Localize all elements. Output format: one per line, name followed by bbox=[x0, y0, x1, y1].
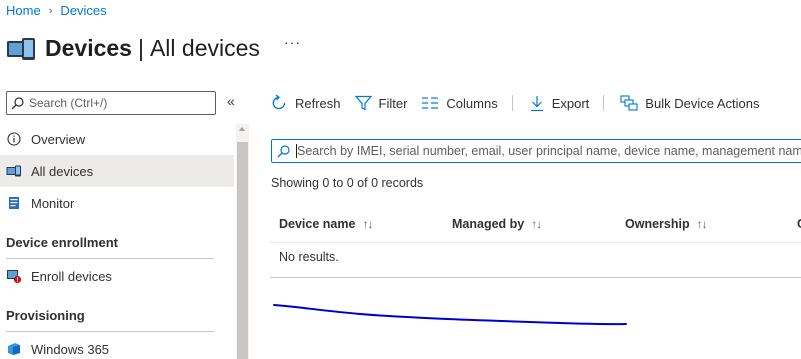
export-button[interactable]: Export bbox=[529, 95, 590, 112]
sidebar-item-all-devices[interactable]: All devices bbox=[0, 155, 234, 187]
toolbar-divider bbox=[603, 95, 605, 111]
breadcrumb-home-link[interactable]: Home bbox=[6, 3, 41, 18]
column-header-truncated[interactable]: C bbox=[797, 217, 801, 231]
column-label: Ownership bbox=[625, 217, 690, 231]
filter-button[interactable]: Filter bbox=[354, 95, 408, 111]
monitor-book-icon bbox=[6, 195, 22, 211]
sidebar-item-label: All devices bbox=[31, 163, 94, 179]
download-icon bbox=[530, 95, 543, 111]
table-row-empty: No results. bbox=[270, 243, 801, 278]
scroll-up-arrow-icon[interactable] bbox=[239, 127, 245, 131]
sidebar-search-input[interactable]: Search (Ctrl+/) bbox=[6, 91, 216, 115]
enroll-devices-icon bbox=[6, 268, 22, 284]
toolbar-divider bbox=[511, 95, 513, 111]
bulk-device-actions-button[interactable]: Bulk Device Actions bbox=[620, 95, 759, 111]
sidebar-item-overview[interactable]: Overview bbox=[0, 123, 234, 155]
filter-icon bbox=[354, 95, 372, 111]
sort-icon[interactable]: ↑↓ bbox=[362, 217, 373, 231]
sidebar-item-windows-365[interactable]: Windows 365 bbox=[0, 333, 234, 359]
info-icon bbox=[6, 131, 22, 147]
refresh-label: Refresh bbox=[295, 95, 341, 111]
column-header-managed-by[interactable]: Managed by ↑↓ bbox=[452, 217, 542, 231]
bulk-actions-icon bbox=[620, 95, 638, 111]
sidebar-item-label: Monitor bbox=[31, 195, 75, 211]
page-header: Devices | All devices bbox=[6, 30, 260, 66]
column-header-ownership[interactable]: Ownership ↑↓ bbox=[625, 217, 708, 231]
breadcrumb-separator: › bbox=[48, 4, 53, 17]
columns-icon bbox=[422, 97, 439, 109]
search-icon bbox=[277, 144, 290, 157]
page-title: Devices bbox=[45, 34, 132, 61]
sort-icon[interactable]: ↑↓ bbox=[531, 217, 542, 231]
more-options-button[interactable]: ··· bbox=[284, 34, 301, 50]
device-search-input[interactable]: Search by IMEI, serial number, email, us… bbox=[271, 139, 801, 163]
sidebar-item-enroll-devices[interactable]: Enroll devices bbox=[0, 260, 234, 292]
bulk-actions-label: Bulk Device Actions bbox=[645, 95, 760, 111]
records-count: Showing 0 to 0 of 0 records bbox=[271, 176, 424, 190]
columns-button[interactable]: Columns bbox=[421, 95, 498, 111]
filter-label: Filter bbox=[378, 95, 408, 111]
scrollbar-thumb[interactable] bbox=[237, 142, 248, 359]
scribble-annotation bbox=[273, 304, 627, 326]
command-bar: Refresh Filter Columns Export Bulk Devic… bbox=[270, 91, 773, 115]
sidebar-scrollbar[interactable] bbox=[236, 124, 249, 359]
sidebar-item-label: Overview bbox=[31, 131, 86, 147]
sort-icon[interactable]: ↑↓ bbox=[697, 217, 708, 231]
section-divider bbox=[6, 331, 214, 332]
columns-label: Columns bbox=[446, 95, 498, 111]
section-divider bbox=[6, 258, 214, 259]
export-label: Export bbox=[551, 95, 590, 111]
title-separator: | bbox=[137, 34, 144, 61]
sidebar-item-label: Enroll devices bbox=[31, 268, 112, 284]
sidebar-item-label: Windows 365 bbox=[31, 341, 110, 357]
devices-icon bbox=[6, 163, 22, 179]
breadcrumb: Home › Devices bbox=[6, 3, 107, 18]
section-provisioning: Provisioning bbox=[6, 308, 85, 323]
refresh-button[interactable]: Refresh bbox=[270, 94, 341, 112]
devices-icon bbox=[7, 38, 35, 60]
windows365-icon bbox=[6, 341, 22, 357]
section-device-enrollment: Device enrollment bbox=[6, 235, 118, 250]
sidebar: Search (Ctrl+/) « Overview All devices M… bbox=[0, 84, 250, 359]
column-label: Device name bbox=[279, 217, 356, 231]
sidebar-item-monitor[interactable]: Monitor bbox=[0, 187, 234, 219]
breadcrumb-devices-link[interactable]: Devices bbox=[60, 3, 106, 18]
page-subtitle: All devices bbox=[149, 34, 260, 61]
search-icon bbox=[11, 96, 24, 109]
sidebar-search-placeholder: Search (Ctrl+/) bbox=[29, 96, 108, 110]
empty-results-text: No results. bbox=[279, 250, 339, 264]
column-label: C bbox=[797, 217, 801, 231]
column-header-device-name[interactable]: Device name ↑↓ bbox=[279, 217, 373, 231]
refresh-icon bbox=[272, 94, 286, 110]
device-search-placeholder: Search by IMEI, serial number, email, us… bbox=[297, 144, 801, 158]
column-label: Managed by bbox=[452, 217, 525, 231]
collapse-sidebar-button[interactable]: « bbox=[227, 93, 235, 109]
table-header: Device name ↑↓ Managed by ↑↓ Ownership ↑… bbox=[270, 206, 801, 243]
